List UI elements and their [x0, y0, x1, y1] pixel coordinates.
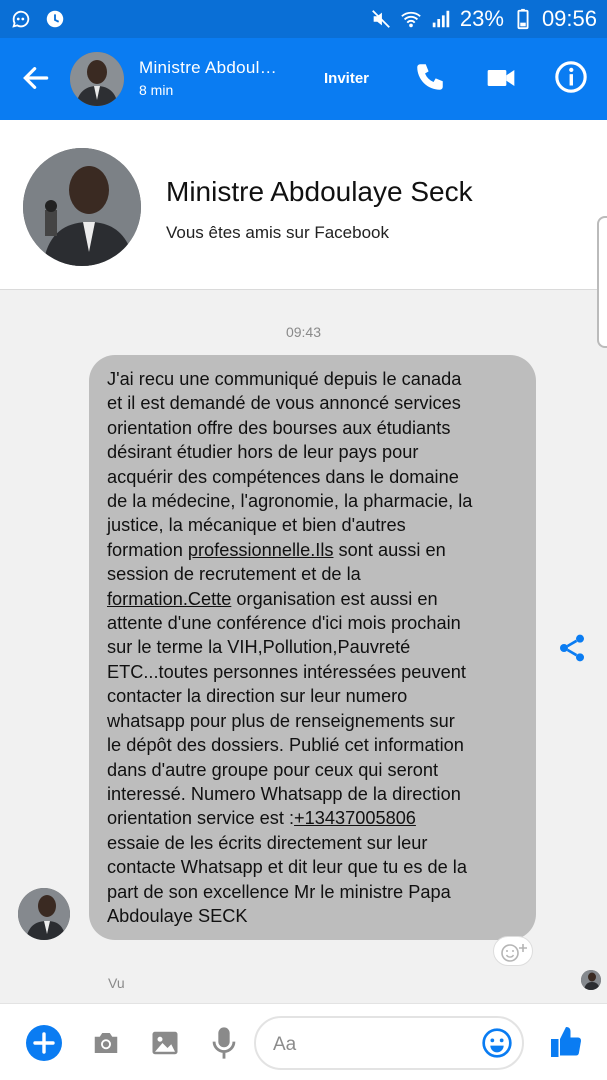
message-link[interactable]: formation.Cette [107, 589, 231, 609]
message-text: J'ai recu une communiqué depuis le canad… [107, 367, 520, 928]
message-line: et il est demandé de vous annoncé servic… [107, 393, 461, 414]
message-line: essaie de les écrits directement sur leu… [107, 832, 428, 853]
emoji-icon[interactable] [481, 1027, 513, 1059]
message-line: session de recrutement et de la [107, 564, 361, 585]
clock-notification-icon [46, 10, 64, 28]
messenger-notification-icon [12, 10, 30, 28]
message-line: le dépôt des dossiers. Publié cet inform… [107, 735, 464, 756]
message-text-segment: formation [107, 539, 188, 560]
message-line: part de son excellence Mr le ministre Pa… [107, 881, 451, 902]
back-arrow-icon[interactable] [20, 62, 52, 94]
message-line: contacter la direction sur leur numero [107, 686, 408, 707]
plus-icon [33, 1032, 55, 1054]
message-line: J'ai recu une communiqué depuis le canad… [107, 369, 462, 389]
contact-avatar[interactable] [70, 52, 124, 106]
friend-status: Vous êtes amis sur Facebook [166, 223, 390, 242]
message-bubble[interactable]: J'ai recu une communiqué depuis le canad… [89, 355, 536, 940]
thumbs-up-icon[interactable] [548, 1024, 584, 1060]
message-line: de la médecine, l'agronomie, la pharmaci… [107, 491, 473, 512]
message-line: désirant étudier hors de leur pays pour [107, 442, 419, 463]
avatar-photo-icon [70, 52, 124, 106]
sender-avatar[interactable] [18, 888, 70, 940]
message-text-segment: sont aussi en [333, 539, 446, 560]
active-status: 8 min [139, 82, 174, 98]
image-icon[interactable] [150, 1028, 180, 1058]
message-line: formation.Cette organisation est aussi e… [107, 587, 520, 611]
mute-icon [371, 10, 390, 28]
message-line: formation professionnelle.Ils sont aussi… [107, 538, 520, 562]
message-line: justice, la mécanique et bien d'autres [107, 515, 406, 536]
message-timestamp: 09:43 [285, 324, 322, 340]
profile-avatar[interactable] [23, 148, 141, 266]
message-line: sur le terme la VIH,Pollution,Pauvreté [107, 637, 411, 658]
profile-card: Ministre Abdoulaye Seck Vous êtes amis s… [0, 120, 607, 348]
microphone-icon[interactable] [212, 1026, 236, 1060]
message-line: acquérir des compétences dans le domaine [107, 466, 459, 487]
info-icon[interactable] [554, 60, 588, 94]
message-text-segment: orientation service est : [107, 808, 295, 829]
message-line: orientation offre des bourses aux étudia… [107, 417, 451, 438]
battery-icon [517, 8, 529, 30]
contact-name[interactable]: Ministre Abdoul… [139, 58, 277, 78]
sender-photo-icon [18, 888, 70, 940]
camera-icon[interactable] [89, 1028, 123, 1058]
invite-button[interactable]: Inviter [324, 70, 369, 87]
add-reaction-button[interactable] [493, 936, 533, 966]
seen-avatar [581, 970, 601, 990]
message-input-placeholder: Aa [273, 1034, 297, 1055]
message-link[interactable]: +13437005806 [294, 808, 416, 828]
wifi-icon [401, 11, 421, 28]
share-icon[interactable] [556, 632, 588, 664]
message-line: whatsapp pour plus de renseignements sur [107, 710, 455, 731]
message-line: attente d'une conférence d'ici mois proc… [107, 613, 461, 634]
message-text-segment: organisation est aussi en [231, 588, 438, 609]
profile-photo-icon [23, 148, 141, 266]
signal-icon [432, 10, 450, 28]
profile-name: Ministre Abdoulaye Seck [166, 176, 473, 207]
message-composer: Aa [0, 1003, 607, 1080]
add-reaction-icon [501, 944, 527, 962]
phone-icon[interactable] [413, 60, 447, 94]
seen-photo-icon [581, 970, 601, 990]
seen-label: Vu [108, 975, 125, 991]
status-bar: 23% 09:56 [0, 0, 607, 38]
message-line: Abdoulaye SECK [107, 905, 248, 926]
more-actions-button[interactable] [26, 1025, 62, 1061]
message-link[interactable]: professionnelle.Ils [188, 540, 334, 560]
message-line: ETC...toutes personnes intéressées peuve… [107, 661, 466, 682]
video-camera-icon[interactable] [484, 62, 518, 94]
conversation-header: Ministre Abdoul… 8 min Inviter [0, 38, 607, 120]
message-line: orientation service est :+13437005806 [107, 806, 520, 830]
message-line: dans d'autre groupe pour ceux qui seront [107, 759, 439, 780]
clock-time: 09:56 [541, 6, 597, 31]
message-line: interessé. Numero Whatsapp de la directi… [107, 783, 461, 804]
message-line: contacte Whatsapp et dit leur que tu es … [107, 857, 467, 878]
battery-level: 23% [459, 6, 504, 31]
